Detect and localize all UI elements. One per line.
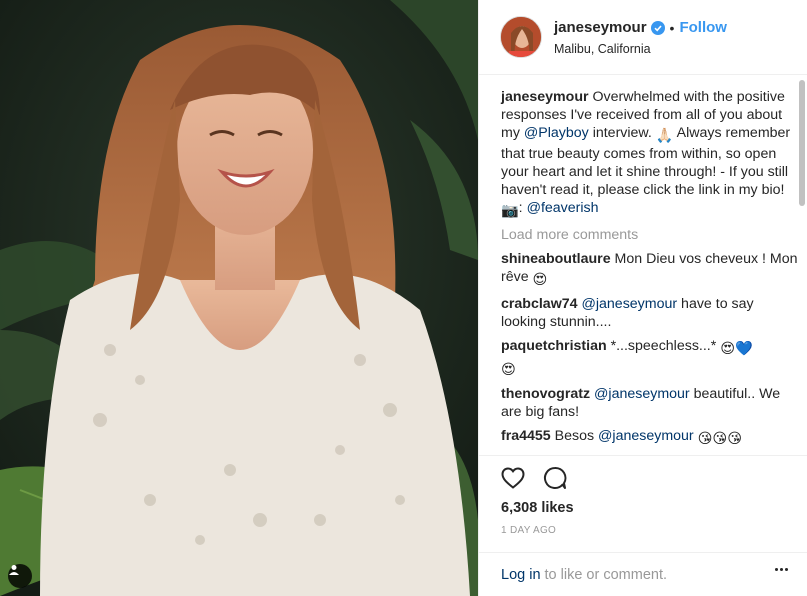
login-link[interactable]: Log in	[501, 567, 541, 583]
separator-dot: •	[669, 19, 675, 36]
heart-icon[interactable]	[499, 464, 527, 492]
post-caption: janeseymour Overwhelmed with the positiv…	[501, 88, 798, 220]
post-timestamp[interactable]: 1 DAY AGO	[501, 525, 556, 536]
post-panel: janeseymour • Follow Malibu, California …	[478, 0, 807, 596]
comment-item: paquetchristian *...speechless...* 😍💙 😍	[501, 337, 798, 379]
login-prompt-text: to like or comment.	[544, 567, 668, 583]
heart-eyes-emoji: 😍	[532, 272, 548, 288]
header-row: janeseymour • Follow	[554, 19, 727, 37]
praying-hands-emoji: 🙏🏻	[655, 128, 674, 144]
comment-bubble-icon[interactable]	[541, 464, 569, 492]
avatar[interactable]	[500, 16, 542, 58]
comments-scrollbar[interactable]	[799, 80, 805, 206]
comment-username[interactable]: shineaboutlaure	[501, 251, 611, 267]
header-username[interactable]: janeseymour	[554, 19, 647, 36]
tagged-user-icon[interactable]	[8, 564, 32, 588]
caption-mention-feaverish[interactable]: @feaverish	[527, 200, 599, 216]
comments-list[interactable]: janeseymour Overwhelmed with the positiv…	[479, 76, 807, 455]
caption-text-4: :	[518, 200, 527, 216]
comment-item: shineaboutlaure Mon Dieu vos cheveux ! M…	[501, 250, 798, 289]
post-header: janeseymour • Follow Malibu, California	[479, 0, 807, 75]
follow-button[interactable]: Follow	[679, 19, 727, 36]
comment-item: fra4455 Besos @janeseymour 😘😘😘	[501, 427, 798, 448]
comment-mention[interactable]: @janeseymour	[598, 428, 694, 444]
portrait-illustration	[0, 0, 478, 596]
action-icons	[499, 464, 569, 492]
comment-text: *...speechless...*	[606, 338, 721, 354]
load-more-comments-button[interactable]: Load more comments	[501, 226, 798, 244]
post-actions: 6,308 likes 1 DAY AGO Log in to like or …	[479, 455, 807, 596]
heart-eyes-blue-heart-emoji: 😍💙	[720, 341, 753, 357]
instagram-post: janeseymour • Follow Malibu, California …	[0, 0, 807, 596]
kiss-emoji: 😘😘😘	[697, 431, 742, 447]
comment-username[interactable]: paquetchristian	[501, 338, 607, 354]
post-photo[interactable]	[0, 0, 478, 596]
verified-badge-icon	[650, 20, 665, 35]
comment-mention[interactable]: @janeseymour	[594, 386, 690, 402]
comment-item: thenovogratz @janeseymour beautiful.. We…	[501, 385, 798, 421]
caption-username[interactable]: janeseymour	[501, 89, 589, 105]
location-link[interactable]: Malibu, California	[554, 42, 727, 56]
header-text: janeseymour • Follow Malibu, California	[554, 19, 727, 56]
camera-emoji: 📷	[501, 203, 519, 219]
likes-count[interactable]: 6,308 likes	[501, 500, 574, 516]
caption-text-2: interview.	[588, 125, 656, 141]
caption-mention-playboy[interactable]: @Playboy	[524, 125, 589, 141]
comment-username[interactable]: fra4455	[501, 428, 551, 444]
heart-eyes-emoji: 😍	[501, 362, 516, 378]
comment-mention[interactable]: @janeseymour	[581, 296, 677, 312]
comment-item: crabclaw74 @janeseymour have to say look…	[501, 295, 798, 331]
comment-username[interactable]: crabclaw74	[501, 296, 578, 312]
login-prompt: Log in to like or comment.	[479, 552, 807, 596]
comment-text: Besos	[550, 428, 599, 444]
comment-username[interactable]: thenovogratz	[501, 386, 590, 402]
more-options-icon[interactable]	[775, 568, 788, 571]
